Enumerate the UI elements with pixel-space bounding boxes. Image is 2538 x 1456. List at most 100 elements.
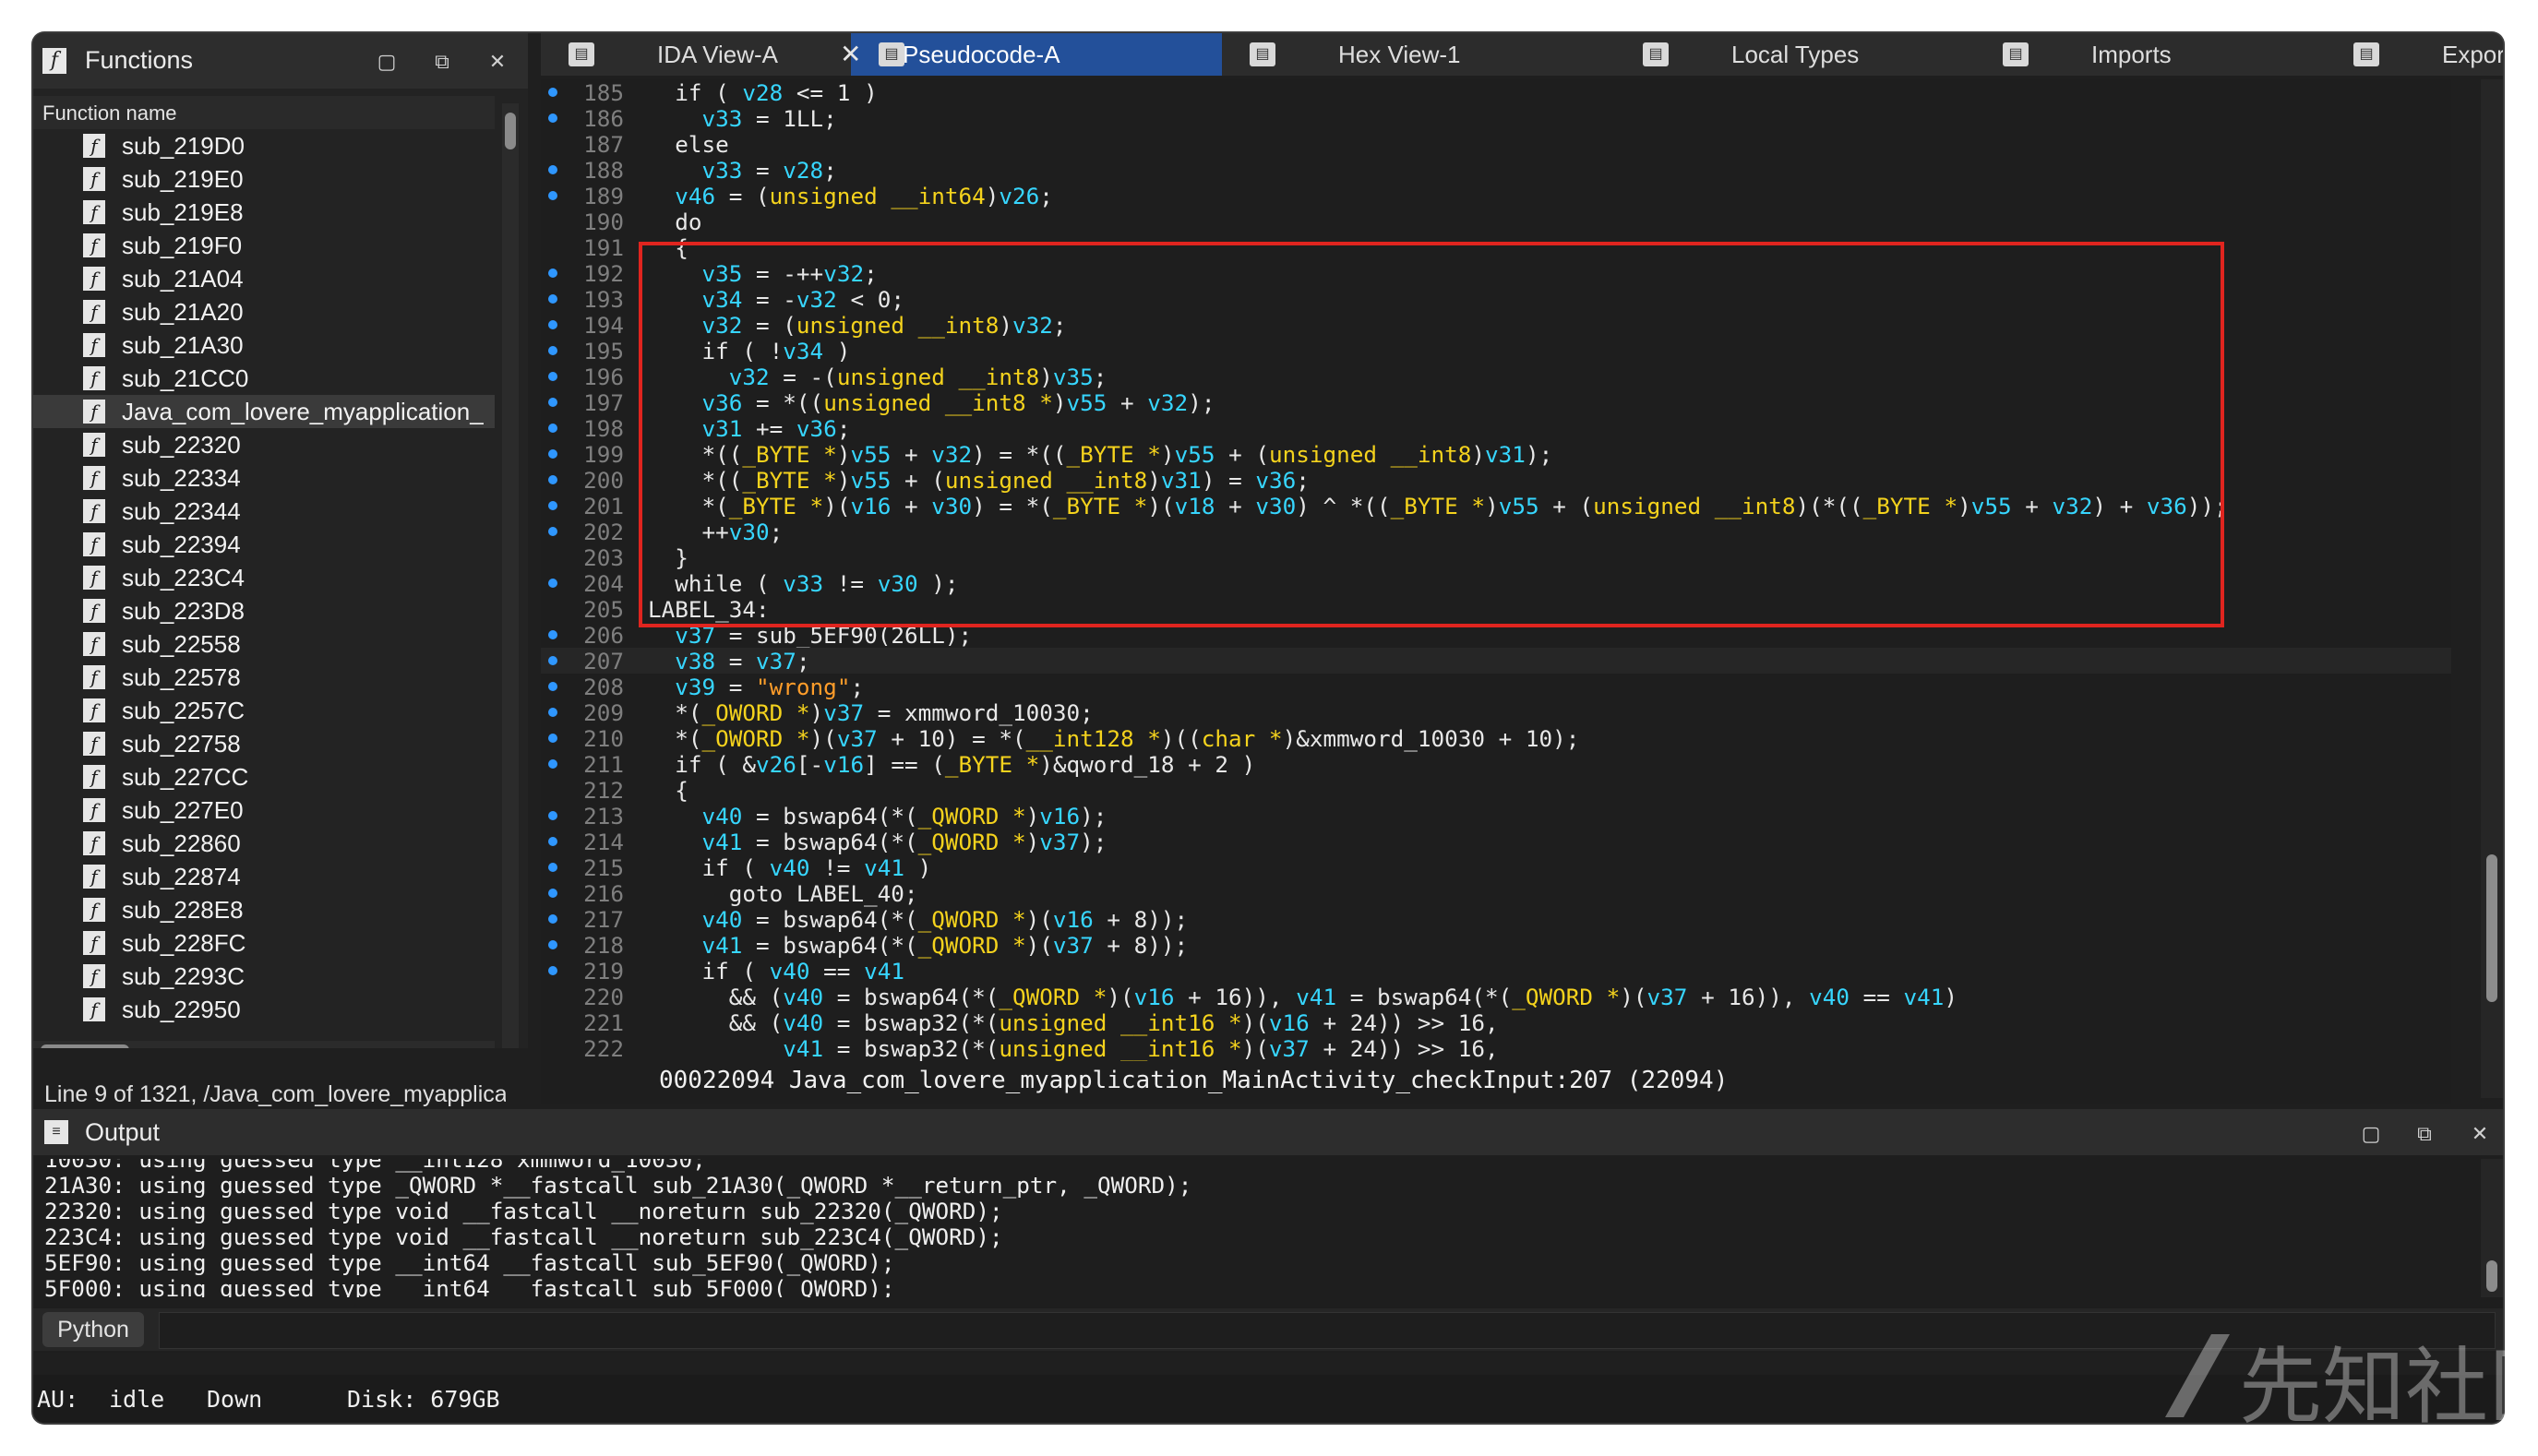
function-list-item[interactable]: f sub_22860 [33,827,495,860]
tab-exports[interactable]: ▤ Exports [2326,33,2503,76]
code-line[interactable]: 211 if ( &v26[-v16] == (_BYTE *)&qword_1… [541,751,2451,778]
python-button[interactable]: Python [42,1312,144,1347]
code-line[interactable]: 220 && (v40 = bswap64(*(_QWORD *)(v16 + … [541,984,2451,1010]
functions-list[interactable]: f sub_219D0 f sub_219E0 f sub_219E8 f sub_219F0… [33,129,495,1041]
tab-hex-view-1[interactable]: ▤ Hex View-1 [1222,33,1615,76]
code-line[interactable]: 215 if ( v40 != v41 ) [541,854,2451,881]
breakpoint-dot-icon[interactable] [548,863,557,872]
tab-ida-view-a[interactable]: ▤ IDA View-A [541,33,851,76]
breakpoint-dot-icon[interactable] [548,424,557,433]
pseudocode-scrollbar[interactable] [2481,79,2503,1098]
function-list-item[interactable]: f sub_22758 [33,727,495,760]
code-line[interactable]: 212 { [541,777,2451,804]
breakpoint-dot-icon[interactable] [548,734,557,743]
breakpoint-dot-icon[interactable] [548,269,557,278]
breakpoint-dot-icon[interactable] [548,527,557,536]
tab-pseudocode-a[interactable]: ✕ ▤ Pseudocode-A [840,33,1222,76]
breakpoint-dot-icon[interactable] [548,191,557,200]
code-line[interactable]: 213 v40 = bswap64(*(_QWORD *)v16); [541,803,2451,829]
function-list-item[interactable]: f sub_22558 [33,627,495,661]
function-list-item[interactable]: f sub_22344 [33,495,495,528]
breakpoint-dot-icon[interactable] [548,294,557,304]
code-line[interactable]: 216 goto LABEL_40; [541,880,2451,907]
breakpoint-dot-icon[interactable] [548,966,557,975]
breakpoint-dot-icon[interactable] [548,940,557,949]
code-line[interactable]: 222 v41 = bswap32(*(unsigned __int16 *)(… [541,1035,2451,1062]
function-list-item[interactable]: f sub_22320 [33,428,495,461]
code-line[interactable]: 207 v38 = v37; [541,648,2451,674]
breakpoint-dot-icon[interactable] [548,759,557,769]
float-icon[interactable]: ⧉ [428,48,456,76]
functions-vertical-scrollbar[interactable] [502,103,519,1050]
function-list-item[interactable]: f sub_219F0 [33,229,495,262]
breakpoint-dot-icon[interactable] [548,682,557,691]
breakpoint-dot-icon[interactable] [548,811,557,820]
function-list-item[interactable]: f sub_21CC0 [33,362,495,395]
breakpoint-dot-icon[interactable] [548,320,557,329]
breakpoint-dot-icon[interactable] [548,579,557,588]
function-list-item[interactable]: f sub_219E8 [33,196,495,229]
function-list-item[interactable]: f sub_22874 [33,860,495,893]
close-tab-icon[interactable]: ✕ [840,39,861,69]
code-line[interactable]: 209 *(_OWORD *)v37 = xmmword_10030; [541,699,2451,726]
float-icon[interactable]: ⧉ [2411,1120,2438,1148]
scroll-thumb[interactable] [2486,1260,2497,1292]
breakpoint-dot-icon[interactable] [548,656,557,665]
breakpoint-dot-icon[interactable] [548,837,557,846]
breakpoint-dot-icon[interactable] [548,398,557,407]
function-list-item[interactable]: f sub_21A30 [33,328,495,362]
function-list-item[interactable]: f sub_21A04 [33,262,495,295]
function-list-item[interactable]: f sub_219E0 [33,162,495,196]
code-line[interactable]: 186 v33 = 1LL; [541,105,2451,132]
tab-imports[interactable]: ▤ Imports [1975,33,2326,76]
breakpoint-dot-icon[interactable] [548,914,557,924]
function-list-item[interactable]: f Java_com_lovere_myapplication_ [33,395,495,428]
code-line[interactable]: 217 v40 = bswap64(*(_QWORD *)(v16 + 8)); [541,906,2451,933]
function-list-item[interactable]: f sub_228E8 [33,893,495,926]
breakpoint-dot-icon[interactable] [548,346,557,355]
close-icon[interactable]: ✕ [484,48,511,76]
function-list-item[interactable]: f sub_22334 [33,461,495,495]
code-line[interactable]: 219 if ( v40 == v41 [541,958,2451,985]
output-log[interactable]: 10030: using guessed type __int128 xmmwo… [44,1159,2462,1297]
function-list-item[interactable]: f sub_22578 [33,661,495,694]
breakpoint-dot-icon[interactable] [548,449,557,459]
close-icon[interactable]: ✕ [2466,1120,2494,1148]
breakpoint-dot-icon[interactable] [548,372,557,381]
breakpoint-dot-icon[interactable] [548,165,557,174]
code-line[interactable]: 221 && (v40 = bswap32(*(unsigned __int16… [541,1009,2451,1036]
code-line[interactable]: 208 v39 = "wrong"; [541,674,2451,700]
scroll-thumb[interactable] [2486,854,2497,1002]
breakpoint-dot-icon[interactable] [548,501,557,510]
pseudocode-view[interactable]: 185 if ( v28 <= 1 ) 186 v33 = 1LL; 187 els… [541,79,2451,1104]
breakpoint-dot-icon[interactable] [548,88,557,97]
function-list-item[interactable]: f sub_22950 [33,993,495,1026]
code-line[interactable]: 187 else [541,131,2451,158]
function-list-item[interactable]: f sub_227E0 [33,794,495,827]
tab-local-types[interactable]: ▤ Local Types [1615,33,1975,76]
function-list-item[interactable]: f sub_21A20 [33,295,495,328]
code-line[interactable]: 210 *(_OWORD *)(v37 + 10) = *(__int128 *… [541,725,2451,752]
breakpoint-dot-icon[interactable] [548,113,557,123]
function-list-item[interactable]: f sub_2293C [33,960,495,993]
breakpoint-dot-icon[interactable] [548,630,557,639]
maximize-icon[interactable]: ▢ [373,48,401,76]
code-line[interactable]: 185 if ( v28 <= 1 ) [541,79,2451,106]
code-line[interactable]: 218 v41 = bswap64(*(_QWORD *)(v37 + 8)); [541,932,2451,959]
function-list-item[interactable]: f sub_223D8 [33,594,495,627]
function-list-item[interactable]: f sub_22394 [33,528,495,561]
code-line[interactable]: 190 do [541,209,2451,235]
maximize-icon[interactable]: ▢ [2357,1120,2385,1148]
breakpoint-dot-icon[interactable] [548,475,557,484]
output-scrollbar[interactable] [2481,1159,2503,1297]
function-list-item[interactable]: f sub_227CC [33,760,495,794]
function-list-item[interactable]: f sub_2257C [33,694,495,727]
code-line[interactable]: 188 v33 = v28; [541,157,2451,184]
scroll-thumb[interactable] [505,113,516,149]
code-line[interactable]: 189 v46 = (unsigned __int64)v26; [541,183,2451,209]
function-list-item[interactable]: f sub_219D0 [33,129,495,162]
breakpoint-dot-icon[interactable] [548,889,557,898]
function-name-column-header[interactable]: Function name [33,96,495,129]
breakpoint-dot-icon[interactable] [548,708,557,717]
function-list-item[interactable]: f sub_223C4 [33,561,495,594]
